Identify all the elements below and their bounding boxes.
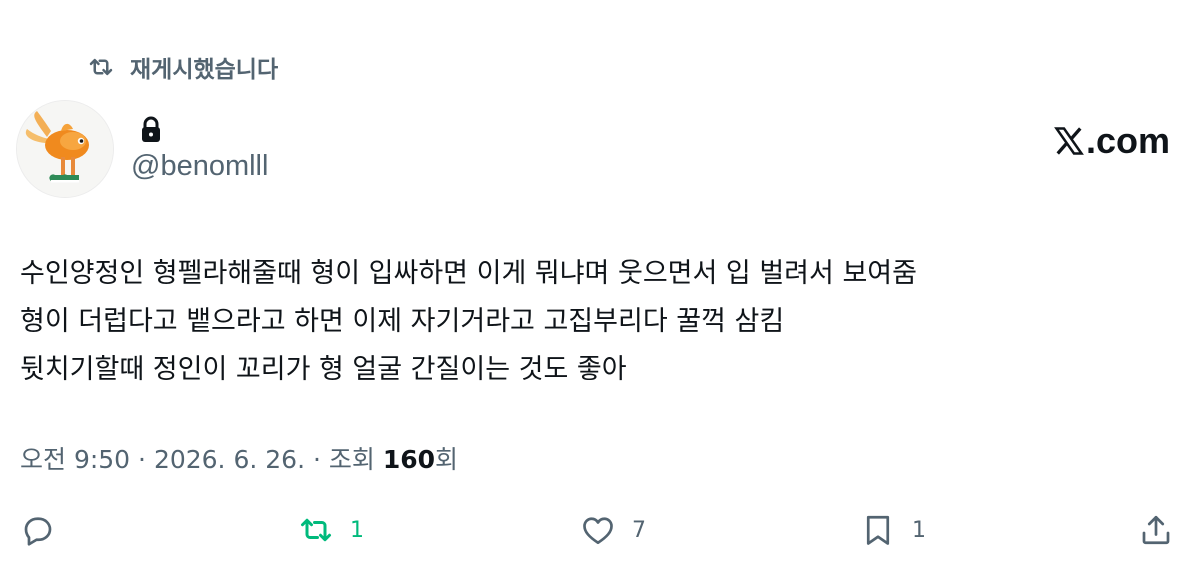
repost-banner-label: 재게시했습니다 bbox=[130, 57, 279, 83]
tweet-time[interactable]: 오전 9:50 bbox=[20, 440, 130, 476]
reply-button[interactable] bbox=[20, 505, 56, 555]
meta-separator: · bbox=[130, 445, 154, 474]
repost-banner: 재게시했습니다 bbox=[86, 50, 278, 84]
repost-button[interactable]: 1 bbox=[298, 505, 364, 555]
brand-label: .com bbox=[1085, 120, 1170, 161]
views-prefix: 조회 bbox=[328, 445, 383, 474]
tweet-text-line: 형이 더럽다고 뱉으라고 하면 이제 자기거라고 고집부리다 꿀꺽 삼킴 bbox=[20, 306, 785, 337]
tweet-text-line: 뒷치기할때 정인이 꼬리가 형 얼굴 간질이는 것도 좋아 bbox=[20, 354, 627, 385]
repost-icon bbox=[301, 518, 331, 542]
heart-icon bbox=[583, 517, 613, 545]
share-icon bbox=[1142, 515, 1170, 545]
bookmark-button[interactable]: 1 bbox=[860, 505, 926, 555]
repost-count: 1 bbox=[350, 517, 364, 543]
tweet-date[interactable]: 2026. 6. 26. bbox=[154, 445, 305, 474]
action-bar: 1 7 1 bbox=[0, 505, 1200, 555]
tweet-text: 수인양정인 형펠라해줄때 형이 입싸하면 이게 뭐냐며 웃으면서 입 벌려서 보… bbox=[20, 250, 1180, 394]
bookmark-count: 1 bbox=[912, 517, 926, 543]
reply-icon bbox=[24, 517, 52, 546]
goldfish-avatar-image bbox=[17, 101, 113, 197]
tweet-meta: 오전 9:50 · 2026. 6. 26. · 조회 160 회 bbox=[20, 440, 458, 476]
like-count: 7 bbox=[632, 517, 646, 543]
lock-icon bbox=[142, 116, 160, 142]
meta-separator: · bbox=[305, 445, 329, 474]
share-button[interactable] bbox=[1138, 505, 1174, 555]
bookmark-icon bbox=[866, 515, 890, 545]
views-count: 160 bbox=[382, 445, 435, 474]
x-logo-icon bbox=[1054, 127, 1084, 155]
repost-icon bbox=[89, 58, 113, 76]
avatar[interactable] bbox=[16, 100, 114, 198]
tweet-text-line: 수인양정인 형펠라해줄때 형이 입싸하면 이게 뭐냐며 웃으면서 입 벌려서 보… bbox=[20, 258, 917, 289]
like-button[interactable]: 7 bbox=[580, 505, 646, 555]
views-suffix: 회 bbox=[435, 445, 459, 474]
x-com-watermark: .com bbox=[1054, 120, 1170, 162]
author-handle[interactable]: @benomlll bbox=[131, 150, 268, 183]
